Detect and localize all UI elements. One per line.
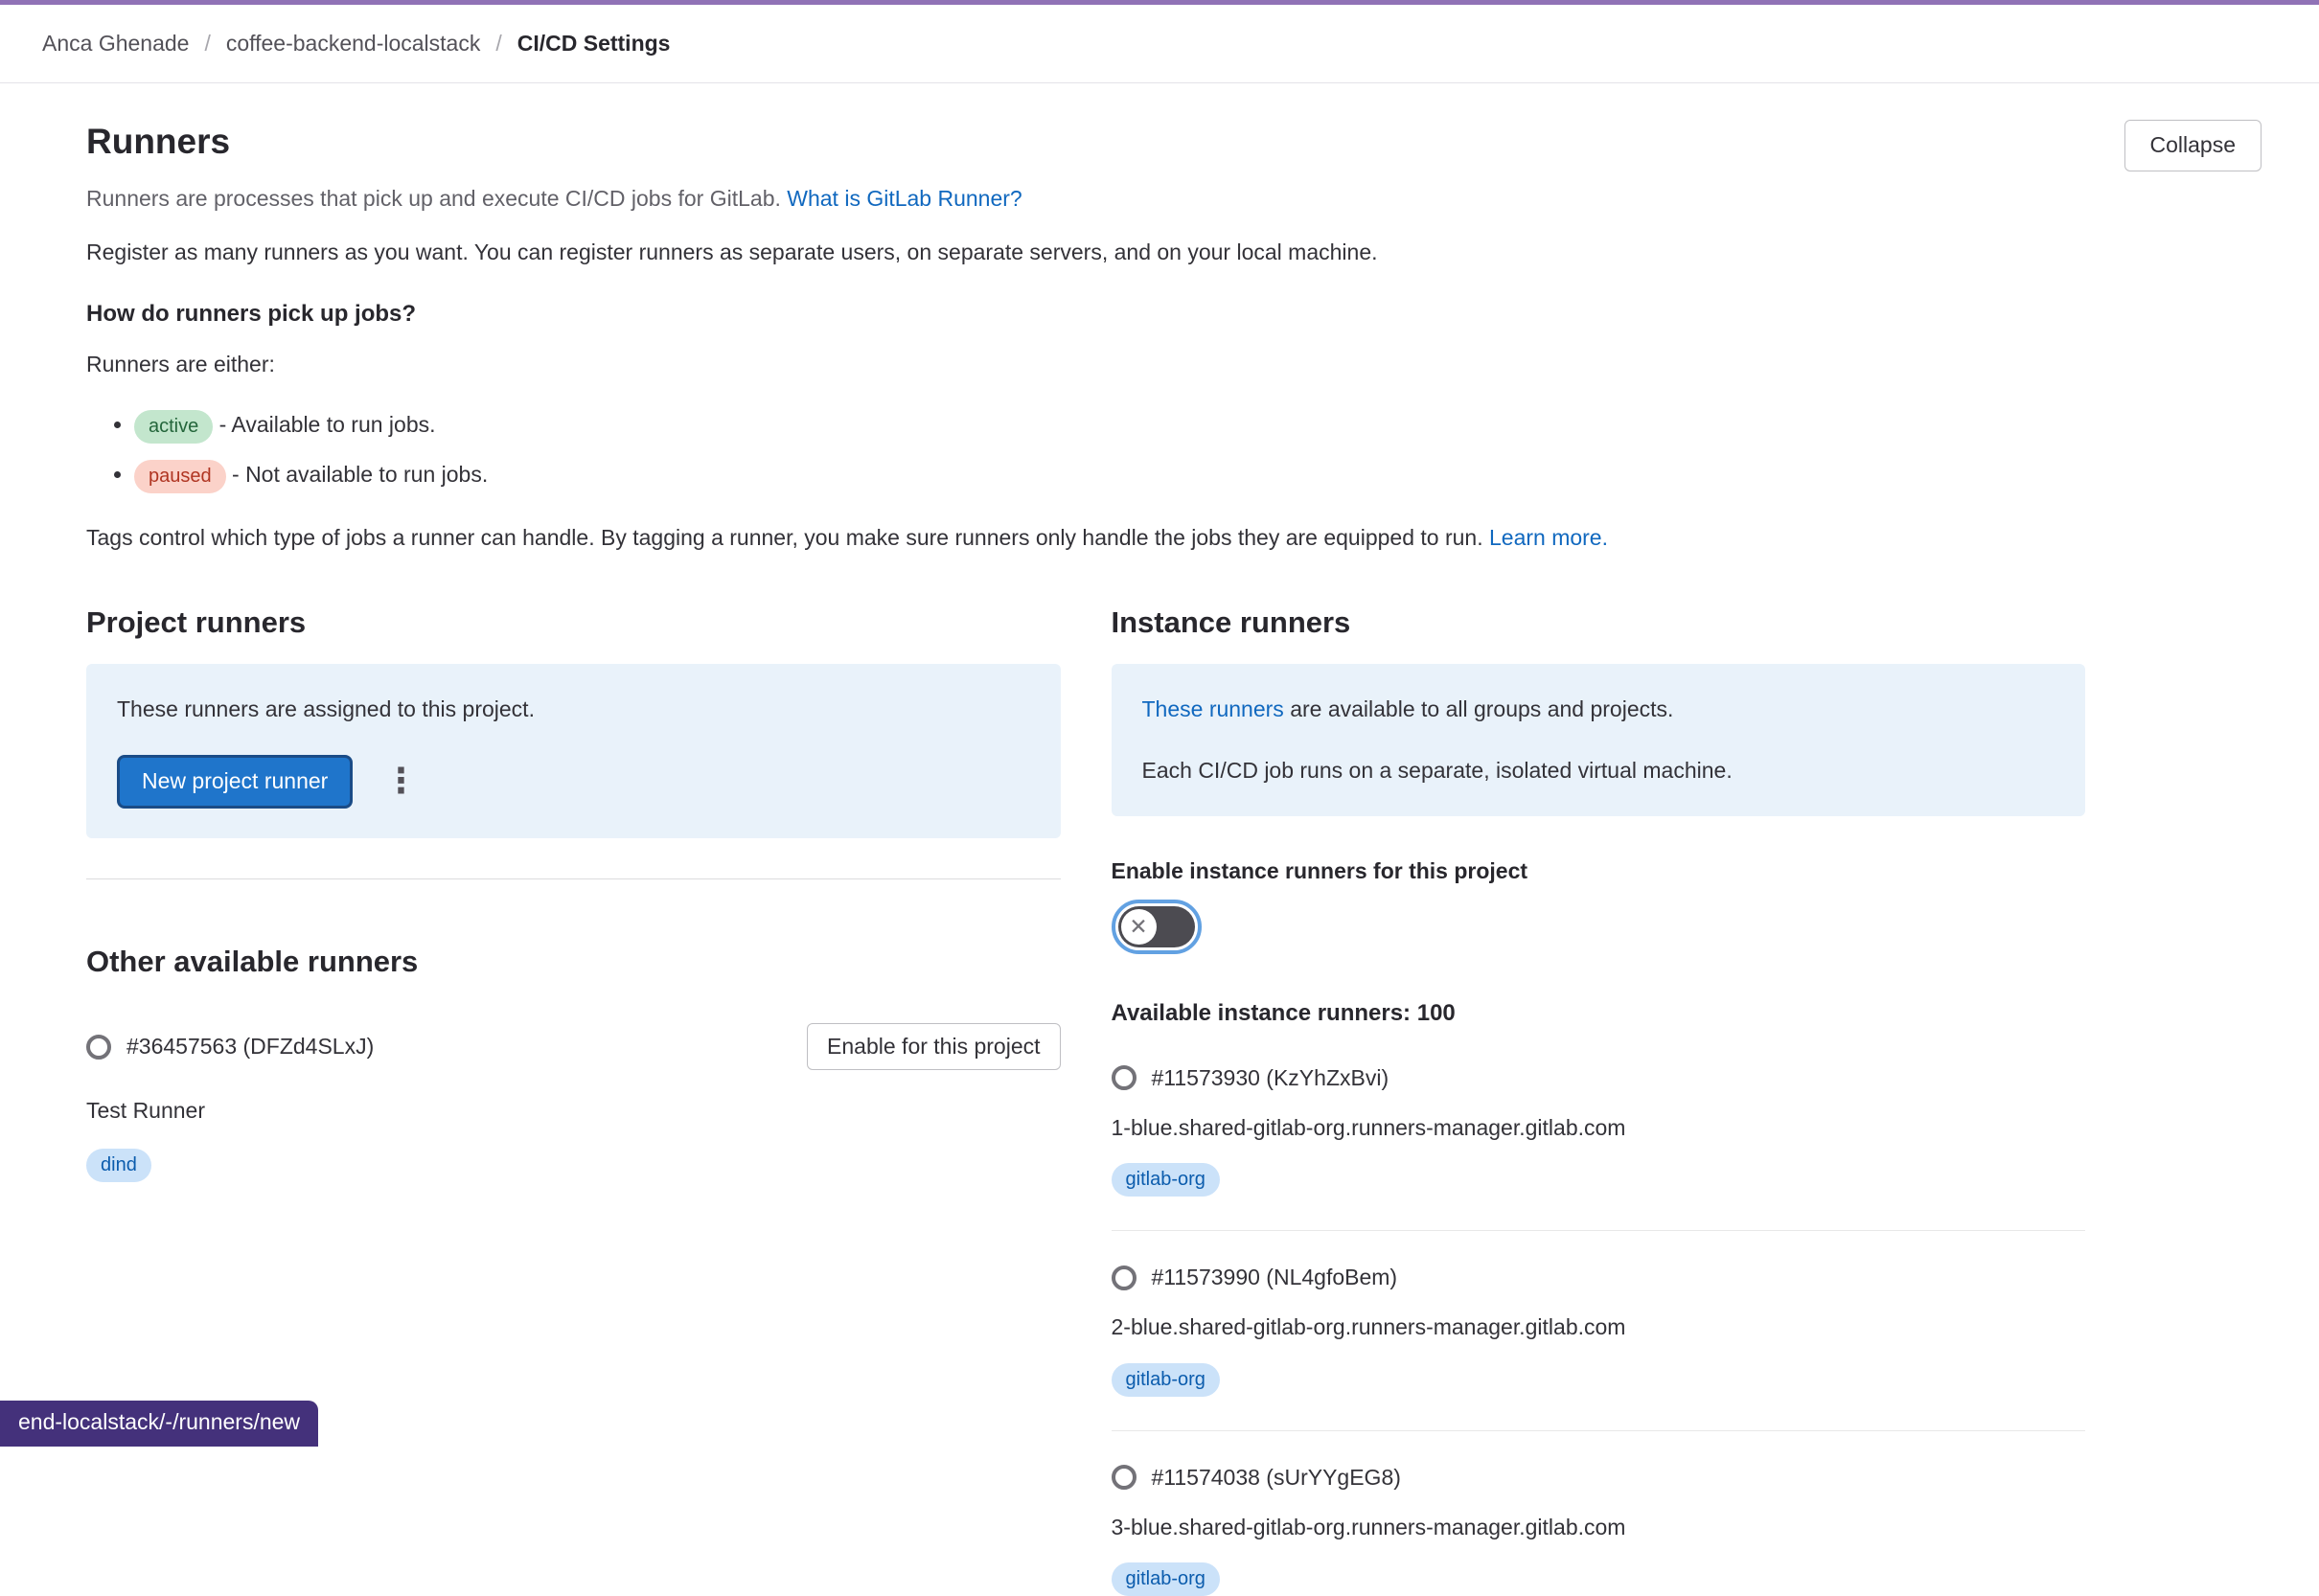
project-runners-info-text: These runners are assigned to this proje… [117,694,1030,725]
breadcrumb-separator: / [204,31,210,57]
runner-status-circle-icon [1112,1265,1137,1290]
instance-runners-heading: Instance runners [1112,604,2086,642]
how-runners-pick-jobs-heading: How do runners pick up jobs? [86,301,2262,328]
runner-states-list: active - Available to run jobs. paused -… [86,410,2262,493]
status-bar-url: end-localstack/-/runners/new [0,1401,318,1447]
runner-host: 2-blue.shared-gitlab-org.runners-manager… [1112,1311,2086,1343]
paused-status-badge: paused [134,460,226,493]
runners-description: Runners are processes that pick up and e… [86,183,2262,215]
breadcrumb-separator: / [495,31,501,57]
tags-description: Tags control which type of jobs a runner… [86,522,2262,554]
runner-id: #11573990 (NL4gfoBem) [1152,1265,1398,1290]
breadcrumb-current-page: CI/CD Settings [517,31,671,57]
toggle-track: ✕ [1118,906,1195,947]
instance-runners-info-text: These runners are available to all group… [1142,694,2055,725]
runner-tag-badge: gitlab-org [1112,1363,1220,1397]
list-item-paused: paused - Not available to run jobs. [134,460,2262,493]
runner-status-circle-icon [1112,1465,1137,1490]
register-runners-text: Register as many runners as you want. Yo… [86,237,2262,268]
breadcrumb: Anca Ghenade / coffee-backend-localstack… [0,5,2319,83]
breadcrumb-user[interactable]: Anca Ghenade [42,31,189,57]
runner-tag-badge: dind [86,1149,151,1182]
runner-description: Test Runner [86,1095,1061,1127]
runner-tag-badge: gitlab-org [1112,1163,1220,1197]
active-status-badge: active [134,410,213,444]
these-runners-link[interactable]: These runners [1142,696,1284,721]
runner-id: #11573930 (KzYhZxBvi) [1152,1065,1389,1091]
runner-status-circle-icon [86,1035,111,1060]
available-runner-item: #36457563 (DFZd4SLxJ) Enable for this pr… [86,1023,1061,1182]
list-item-active: active - Available to run jobs. [134,410,2262,444]
toggle-off-x-icon: ✕ [1121,909,1157,945]
section-divider [86,878,1061,879]
project-runners-heading: Project runners [86,604,1061,642]
runner-host: 1-blue.shared-gitlab-org.runners-manager… [1112,1112,2086,1144]
instance-runners-info-text2: Each CI/CD job runs on a separate, isola… [1142,755,2055,787]
runner-host: 3-blue.shared-gitlab-org.runners-manager… [1112,1512,2086,1543]
settings-content: Runners Collapse Runners are processes t… [0,83,2319,1596]
project-runners-section: Project runners These runners are assign… [86,604,1061,1596]
runner-divider [1112,1230,2086,1231]
enable-instance-runners-label: Enable instance runners for this project [1112,858,2086,884]
runner-status-circle-icon [1112,1065,1137,1090]
instance-runner-item: #11574038 (sUrYYgEG8) 3-blue.shared-gitl… [1112,1465,2086,1596]
runners-are-either-label: Runners are either: [86,349,2262,380]
breadcrumb-project[interactable]: coffee-backend-localstack [226,31,481,57]
what-is-gitlab-runner-link[interactable]: What is GitLab Runner? [787,186,1022,211]
runner-tag-badge: gitlab-org [1112,1562,1220,1596]
instance-runner-item: #11573930 (KzYhZxBvi) 1-blue.shared-gitl… [1112,1065,2086,1197]
page-title: Runners [86,120,230,164]
available-instance-runners-label: Available instance runners: 100 [1112,1000,2086,1027]
other-available-runners-heading: Other available runners [86,943,1061,981]
collapse-button[interactable]: Collapse [2124,120,2262,171]
instance-runners-section: Instance runners These runners are avail… [1112,604,2086,1596]
instance-runner-item: #11573990 (NL4gfoBem) 2-blue.shared-gitl… [1112,1265,2086,1396]
runner-id: #36457563 (DFZd4SLxJ) [126,1034,374,1060]
runner-id: #11574038 (sUrYYgEG8) [1152,1465,1401,1491]
project-runners-info-box: These runners are assigned to this proje… [86,664,1061,837]
instance-runners-toggle[interactable]: ✕ [1112,900,1202,954]
enable-for-project-button[interactable]: Enable for this project [807,1023,1060,1071]
vertical-ellipsis-icon[interactable]: ⋮ [378,767,424,795]
runner-divider [1112,1430,2086,1431]
new-project-runner-button[interactable]: New project runner [117,755,353,809]
instance-runners-info-box: These runners are available to all group… [1112,664,2086,816]
learn-more-link[interactable]: Learn more. [1489,525,1608,550]
